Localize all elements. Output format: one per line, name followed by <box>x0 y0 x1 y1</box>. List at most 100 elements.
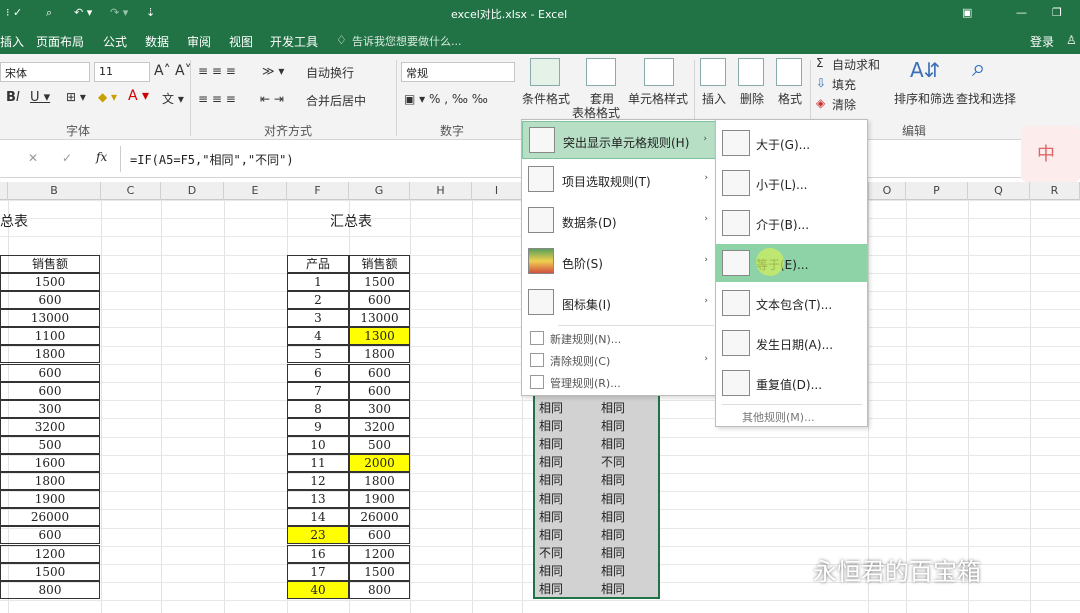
menu-greater-than[interactable]: 大于(G)... <box>716 124 867 162</box>
table-cell[interactable]: 13000 <box>0 309 100 327</box>
table-cell[interactable]: 2000 <box>349 454 410 472</box>
table-cell[interactable]: 1900 <box>349 490 410 508</box>
table-cell[interactable]: 40 <box>287 581 349 599</box>
insert-function-icon[interactable]: fx <box>96 150 107 164</box>
table-cell[interactable]: 13 <box>287 490 349 508</box>
number-format-icons[interactable]: ▣ ▾ % , ‰ ‰ <box>404 92 488 106</box>
table-cell[interactable]: 1500 <box>0 273 100 291</box>
table-cell[interactable]: 23 <box>287 526 349 544</box>
column-header[interactable] <box>0 182 8 200</box>
cell-style-button[interactable]: 单元格样式 <box>628 90 688 107</box>
menu-clear-rules[interactable]: 清除规则(C) › <box>522 350 716 372</box>
compare-cell[interactable]: 相同 <box>598 472 628 490</box>
table-cell[interactable]: 600 <box>0 291 100 309</box>
insert-cells-icon[interactable] <box>700 58 726 86</box>
format-button[interactable]: 格式 <box>778 90 802 107</box>
table-cell[interactable]: 1200 <box>349 545 410 563</box>
column-header[interactable]: B <box>8 182 101 200</box>
tab-data[interactable]: 数据 <box>145 33 169 50</box>
number-format-combo[interactable]: 常规 <box>401 62 515 82</box>
menu-less-than[interactable]: 小于(L)... <box>716 164 867 202</box>
column-header[interactable]: C <box>101 182 161 200</box>
compare-cell[interactable]: 相同 <box>598 400 628 418</box>
table-cell[interactable]: 1800 <box>0 345 100 363</box>
compare-cell[interactable]: 相同 <box>598 436 628 454</box>
table-cell[interactable]: 1100 <box>0 327 100 345</box>
autosum-button[interactable]: 自动求和 <box>832 56 880 73</box>
table-cell[interactable]: 5 <box>287 345 349 363</box>
compare-cell[interactable]: 不同 <box>598 454 628 472</box>
formula-input[interactable]: =IF(A5=F5,"相同","不同") <box>130 151 294 168</box>
column-header[interactable]: E <box>224 182 287 200</box>
tab-review[interactable]: 审阅 <box>187 33 211 50</box>
table-cell[interactable]: 600 <box>349 364 410 382</box>
compare-cell[interactable]: 相同 <box>598 491 628 509</box>
menu-between[interactable]: 介于(B)... <box>716 204 867 242</box>
table-cell[interactable]: 26000 <box>349 508 410 526</box>
undo-icon[interactable]: ↶ ▾ <box>74 6 92 19</box>
sort-filter-icon[interactable]: A⇵ <box>910 58 940 82</box>
compare-cell[interactable]: 不同 <box>536 545 566 563</box>
table-cell[interactable]: 500 <box>0 436 100 454</box>
table-cell[interactable]: 500 <box>349 436 410 454</box>
enter-icon[interactable]: ✓ <box>62 151 72 165</box>
customize-qat-icon[interactable]: ⇣ <box>146 6 155 19</box>
table-cell[interactable]: 600 <box>349 291 410 309</box>
compare-cell[interactable]: 相同 <box>536 454 566 472</box>
table-format-icon[interactable] <box>586 58 616 86</box>
column-header[interactable]: F <box>287 182 349 200</box>
compare-cell[interactable]: 相同 <box>536 418 566 436</box>
font-color-icon[interactable]: A ▾ <box>128 88 149 104</box>
compare-cell[interactable]: 相同 <box>598 545 628 563</box>
compare-cell[interactable]: 相同 <box>536 436 566 454</box>
column-header[interactable]: D <box>161 182 224 200</box>
menu-date-occurring[interactable]: 发生日期(A)... <box>716 324 867 362</box>
align-left-icon[interactable]: ≡ ≡ ≡ <box>198 92 236 106</box>
menu-highlight-rules[interactable]: 突出显示单元格规则(H) › <box>522 121 716 159</box>
column-header[interactable]: G <box>349 182 410 200</box>
delete-cells-icon[interactable] <box>738 58 764 86</box>
table-cell[interactable]: 2 <box>287 291 349 309</box>
table-cell[interactable]: 1600 <box>0 454 100 472</box>
minimize-icon[interactable]: — <box>1016 6 1027 19</box>
table-cell[interactable]: 1500 <box>0 563 100 581</box>
menu-text-contains[interactable]: 文本包含(T)... <box>716 284 867 322</box>
table-cell[interactable]: 800 <box>349 581 410 599</box>
align-top-icon[interactable]: ≡ ≡ ≡ <box>198 64 236 78</box>
cond-format-icon[interactable] <box>530 58 560 86</box>
account-icon[interactable]: ♙ <box>1066 33 1077 47</box>
fill-button[interactable]: 填充 <box>832 76 856 93</box>
table-cell[interactable]: 1900 <box>0 490 100 508</box>
table-cell[interactable]: 1200 <box>0 545 100 563</box>
compare-cell[interactable]: 相同 <box>598 581 628 599</box>
compare-cell[interactable]: 相同 <box>536 527 566 545</box>
table-cell[interactable]: 1800 <box>349 472 410 490</box>
table-cell[interactable]: 300 <box>0 400 100 418</box>
column-header[interactable]: Q <box>968 182 1030 200</box>
find-select-button[interactable]: 查找和选择 <box>956 90 1016 107</box>
compare-cell[interactable]: 相同 <box>536 472 566 490</box>
compare-cell[interactable]: 相同 <box>598 509 628 527</box>
table-cell[interactable]: 8 <box>287 400 349 418</box>
save-icon[interactable]: ⁝ ✓ <box>6 6 22 19</box>
table-cell[interactable]: 300 <box>349 400 410 418</box>
orientation-icon[interactable]: ≫ ▾ <box>262 64 284 78</box>
sort-filter-button[interactable]: 排序和筛选 <box>894 90 954 107</box>
column-header[interactable]: P <box>906 182 968 200</box>
compare-cell[interactable]: 相同 <box>536 400 566 418</box>
table-cell[interactable]: 600 <box>349 526 410 544</box>
table-cell[interactable]: 800 <box>0 581 100 599</box>
table-cell[interactable]: 17 <box>287 563 349 581</box>
border-icon[interactable]: ⊞ ▾ <box>66 90 86 104</box>
table-cell[interactable]: 600 <box>349 382 410 400</box>
compare-cell[interactable]: 相同 <box>536 491 566 509</box>
column-header[interactable]: I <box>472 182 522 200</box>
table-cell[interactable]: 12 <box>287 472 349 490</box>
table-cell[interactable]: 3200 <box>0 418 100 436</box>
eraser-icon[interactable]: ◈ <box>816 96 825 110</box>
compare-cell[interactable]: 相同 <box>598 527 628 545</box>
delete-button[interactable]: 删除 <box>740 90 764 107</box>
menu-top-bottom-rules[interactable]: 项目选取规则(T) › <box>522 161 716 199</box>
fill-color-icon[interactable]: ◆ ▾ <box>98 90 117 104</box>
table-cell[interactable]: 600 <box>0 364 100 382</box>
